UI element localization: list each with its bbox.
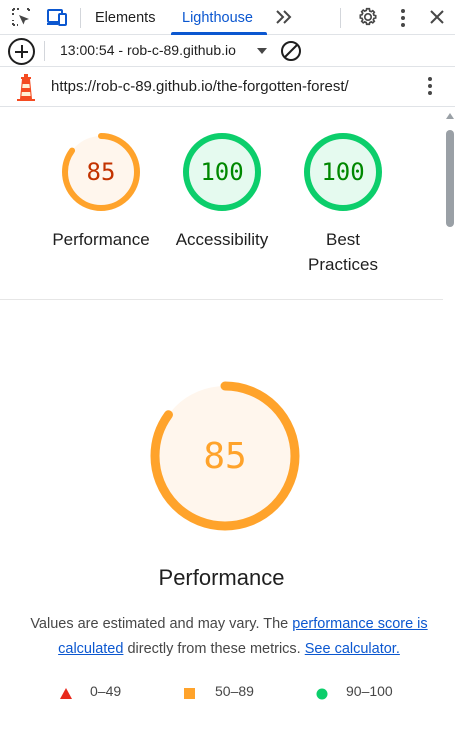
legend-range: 0–49 <box>90 683 122 699</box>
score-description: Values are estimated and may vary. The p… <box>15 612 443 662</box>
clear-reports-icon[interactable] <box>281 41 301 61</box>
desc-text: directly from these metrics. <box>123 641 305 657</box>
chevron-down-icon[interactable] <box>257 48 267 54</box>
desc-text: Values are estimated and may vary. The <box>30 616 293 632</box>
scroll-up-arrow-icon[interactable] <box>446 113 454 119</box>
see-calculator-link[interactable]: See calculator. <box>305 641 400 657</box>
url-bar: https://rob-c-89.github.io/the-forgotten… <box>0 67 455 107</box>
gauge-best-practices[interactable]: 100 Best Practices <box>273 131 413 277</box>
settings-gear-icon[interactable] <box>357 6 379 28</box>
tab-lighthouse[interactable]: Lighthouse <box>182 0 253 35</box>
divider <box>80 8 81 28</box>
divider <box>44 41 45 61</box>
pass-circle-icon <box>316 688 328 700</box>
legend-range: 90–100 <box>346 683 393 699</box>
performance-gauge-large: 85 <box>150 381 300 531</box>
lighthouse-logo-icon <box>17 74 35 101</box>
scrollbar-thumb[interactable] <box>446 130 454 227</box>
legend-range: 50–89 <box>215 683 254 699</box>
gauge-label: Accessibility <box>175 230 269 249</box>
devtools-tabbar: Elements Lighthouse <box>0 0 455 35</box>
more-tabs-icon[interactable] <box>273 6 295 28</box>
gauge-accessibility[interactable]: 100 Accessibility <box>152 131 292 252</box>
gauge-performance[interactable]: 85 Performance <box>31 131 171 252</box>
report-content: 85 Performance 100 Accessibility 100 Bes… <box>0 107 443 755</box>
gauge-score: 85 <box>203 436 246 477</box>
fail-triangle-icon <box>60 688 72 699</box>
gauge-ring: 100 <box>304 133 382 211</box>
lighthouse-toolbar: 13:00:54 - rob-c-89.github.io <box>0 35 455 67</box>
divider <box>340 8 341 28</box>
legend-item-pass: 90–100 <box>316 683 393 700</box>
section-divider <box>0 299 443 300</box>
gauge-ring: 100 <box>183 133 261 211</box>
report-selector[interactable]: 13:00:54 - rob-c-89.github.io <box>60 42 236 58</box>
new-report-button[interactable] <box>8 38 35 65</box>
url-more-options-icon[interactable] <box>428 77 432 98</box>
gauge-score: 100 <box>200 158 243 186</box>
category-title: Performance <box>158 565 285 590</box>
average-square-icon <box>184 688 195 699</box>
gauge-label: Best Practices <box>308 230 378 274</box>
inspect-element-icon[interactable] <box>10 6 32 28</box>
more-options-icon[interactable] <box>401 9 405 30</box>
gauge-ring: 85 <box>62 133 140 211</box>
gauge-score: 100 <box>321 158 364 186</box>
close-icon[interactable] <box>426 6 448 28</box>
legend-item-average: 50–89 <box>184 683 254 699</box>
device-toolbar-icon[interactable] <box>46 6 68 28</box>
legend-item-fail: 0–49 <box>60 683 121 699</box>
report-url: https://rob-c-89.github.io/the-forgotten… <box>51 78 349 95</box>
tab-elements[interactable]: Elements <box>95 0 155 35</box>
gauge-score: 85 <box>87 158 116 186</box>
gauge-label: Performance <box>52 230 150 249</box>
